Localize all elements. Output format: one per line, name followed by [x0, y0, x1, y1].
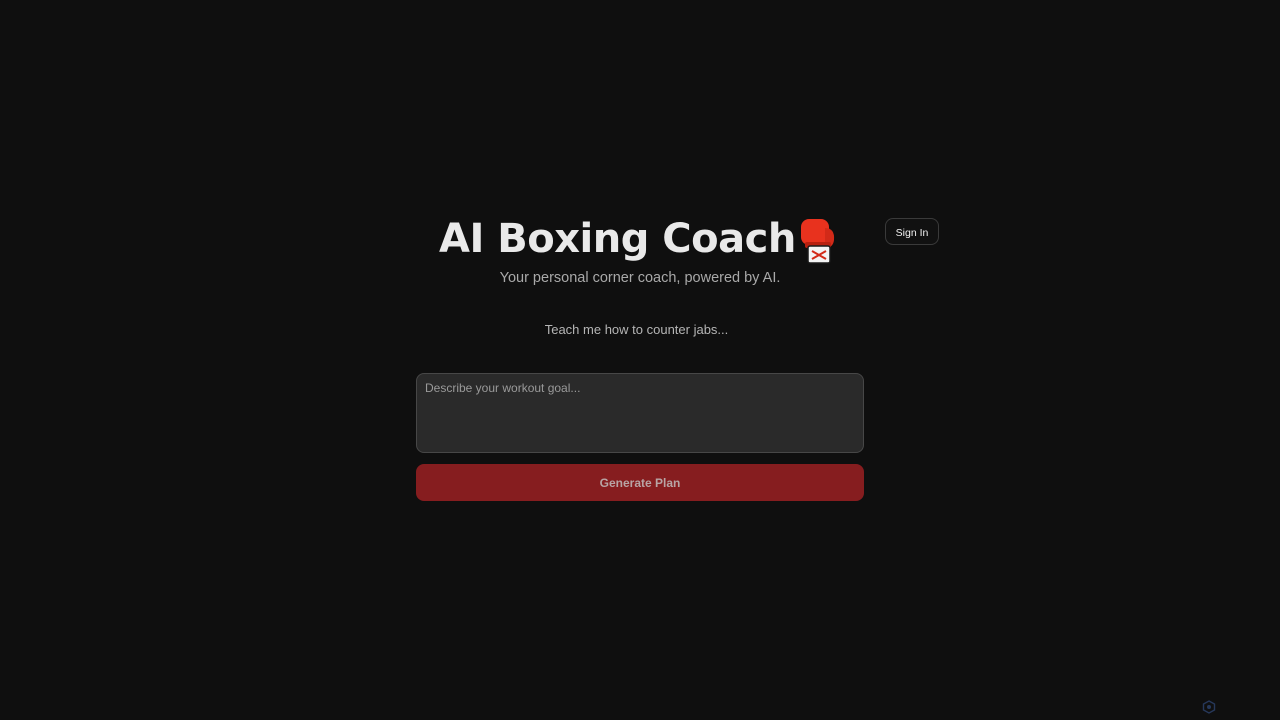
prompt-hint: Teach me how to counter jabs...: [544, 322, 729, 337]
sign-in-button[interactable]: Sign In: [885, 218, 939, 245]
hexagon-logo-icon: [1202, 700, 1216, 714]
workout-goal-input[interactable]: [416, 373, 864, 453]
generate-plan-button[interactable]: Generate Plan: [416, 464, 864, 501]
boxing-glove-icon: [801, 219, 835, 264]
corner-badge[interactable]: [1202, 698, 1216, 716]
page: AI Boxing Coach Sign In Your personal co…: [0, 0, 1280, 720]
page-subtitle: Your personal corner coach, powered by A…: [499, 270, 781, 286]
page-title: AI Boxing Coach: [439, 216, 796, 262]
title-row: AI Boxing Coach: [0, 212, 1280, 268]
